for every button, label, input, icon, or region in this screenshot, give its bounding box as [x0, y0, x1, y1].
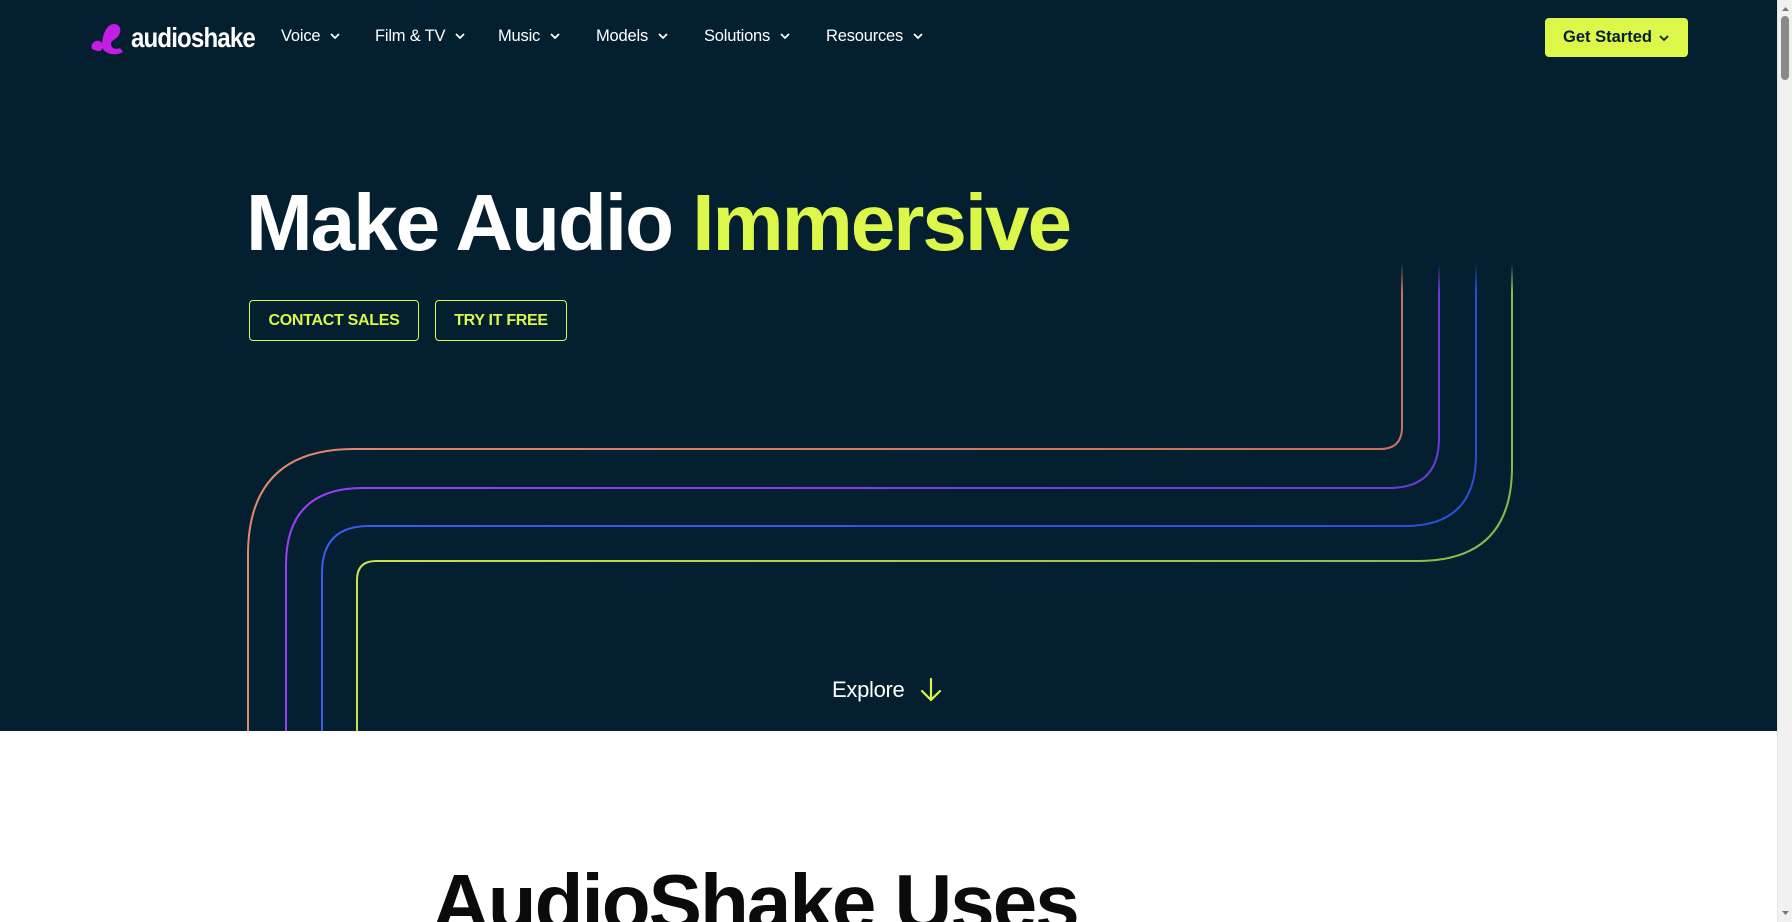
menu-item-label: Voice [281, 26, 321, 45]
chevron-down-icon [550, 33, 560, 40]
headline-plain: Make Audio [246, 178, 674, 267]
menu-item-resources[interactable]: Resources [826, 24, 936, 48]
menu-item-models[interactable]: Models [596, 24, 704, 48]
menu-item-label: Solutions [704, 26, 771, 45]
try-it-free-label: TRY IT FREE [454, 311, 548, 329]
menu-item-music[interactable]: Music [498, 24, 596, 48]
decorative-lines [247, 262, 1530, 731]
headline-accent: Immersive [692, 178, 1072, 267]
menu-item-film-tv[interactable]: Film & TV [375, 24, 498, 48]
menu-item-label: Music [498, 26, 541, 45]
audioshake-logo-icon [91, 24, 123, 55]
chevron-down-icon [913, 33, 923, 40]
scroll-up-arrow-icon[interactable] [1778, 3, 1792, 15]
get-started-button[interactable]: Get Started [1545, 18, 1688, 57]
menu-item-label: Models [596, 26, 648, 45]
explore-link[interactable]: Explore [832, 677, 943, 703]
scroll-down-arrow-icon[interactable] [1778, 907, 1792, 919]
page: audioshake Voice Film & TV Music Models [0, 0, 1792, 922]
menu-item-voice[interactable]: Voice [281, 24, 375, 48]
chevron-down-icon [780, 33, 790, 40]
hero-section: audioshake Voice Film & TV Music Models [0, 0, 1777, 731]
menu-item-label: Resources [826, 26, 904, 45]
get-started-label: Get Started [1563, 28, 1652, 46]
contact-sales-label: CONTACT SALES [268, 311, 400, 329]
chevron-down-icon [455, 33, 465, 40]
top-navigation: audioshake Voice Film & TV Music Models [0, 0, 1777, 76]
menu-item-solutions[interactable]: Solutions [704, 24, 826, 48]
brand-name: audioshake [131, 22, 256, 53]
contact-sales-button[interactable]: CONTACT SALES [249, 300, 419, 341]
line-orange [247, 265, 1403, 731]
menu-item-label: Film & TV [375, 26, 446, 45]
explore-label: Explore [832, 677, 905, 702]
chevron-down-icon [330, 33, 341, 40]
arrow-down-icon [920, 677, 941, 702]
vertical-scrollbar[interactable] [1777, 0, 1792, 922]
audioshake-logo[interactable]: audioshake [89, 20, 275, 56]
chevron-down-icon [658, 33, 668, 40]
main-menu: Voice Film & TV Music Models Solutions R… [281, 24, 936, 48]
hero-headline: Make Audio Immersive [246, 175, 1072, 270]
section-title: AudioShake Uses [432, 858, 1080, 922]
chevron-down-icon [1659, 34, 1669, 41]
try-it-free-button[interactable]: TRY IT FREE [435, 300, 567, 341]
scrollbar-thumb[interactable] [1781, 16, 1789, 80]
